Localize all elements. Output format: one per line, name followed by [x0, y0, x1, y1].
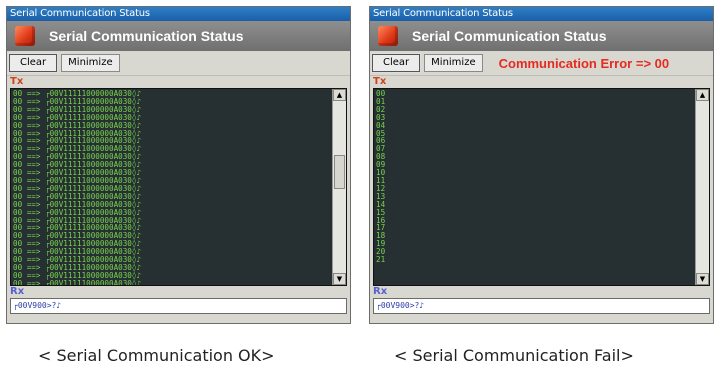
tx-scrollbar[interactable]: ▲ ▼: [332, 89, 346, 285]
window-title-bar: Serial Communication Status: [370, 7, 713, 21]
tx-lines: 00 01 02 03 04 05 06 07 08 09 10 11 12 13 14 15 16 17 18 19…: [376, 90, 694, 264]
clear-button[interactable]: Clear: [370, 53, 422, 73]
console-line: 02: [376, 104, 386, 114]
red-cube-icon: [378, 26, 398, 46]
tx-label: Tx: [373, 76, 387, 87]
arrow-up-icon[interactable]: ▲: [696, 89, 709, 101]
console-line: 18: [376, 231, 386, 241]
minimize-button[interactable]: Minimize: [424, 54, 483, 72]
console-line: 16: [376, 215, 386, 225]
rx-label: Rx: [373, 286, 388, 297]
console-line: 05: [376, 128, 386, 138]
tx-console[interactable]: 00 ==> ┌00V11111000000A030◊♪ 00 ==> ┌00V1…: [10, 88, 347, 286]
rx-field[interactable]: ┌00V900>?♪: [10, 298, 347, 314]
console-line: 12: [376, 183, 386, 193]
panel-header: Serial Communication Status: [370, 21, 713, 51]
tx-scrollbar[interactable]: ▲ ▼: [695, 89, 709, 285]
caption-ok: < Serial Communication OK>: [38, 346, 275, 365]
clear-button[interactable]: Clear: [7, 53, 59, 73]
serial-status-window-fail: Serial Communication Status Serial Commu…: [369, 6, 714, 324]
console-line: 08: [376, 152, 386, 162]
console-line: 10: [376, 168, 386, 178]
console-line: 07: [376, 144, 386, 154]
scrollbar-thumb[interactable]: [334, 155, 345, 189]
console-line: 15: [376, 207, 386, 217]
toolbar: Clear Minimize Communication Error => 00: [370, 51, 713, 76]
panel-header: Serial Communication Status: [7, 21, 350, 51]
console-line: 06: [376, 136, 386, 146]
arrow-down-icon[interactable]: ▼: [333, 273, 346, 285]
serial-status-window-ok: Serial Communication Status Serial Commu…: [6, 6, 351, 324]
toolbar: Clear Minimize: [7, 51, 350, 76]
console-line: 17: [376, 223, 386, 233]
header-title: Serial Communication Status: [49, 28, 244, 44]
console-line: 11: [376, 175, 386, 185]
console-line: 01: [376, 96, 386, 106]
rx-label: Rx: [10, 286, 25, 297]
tx-label: Tx: [10, 76, 24, 87]
communication-error-text: Communication Error => 00: [498, 55, 670, 71]
header-title: Serial Communication Status: [412, 28, 607, 44]
console-line: 04: [376, 120, 386, 130]
console-line: 09: [376, 160, 386, 170]
console-line: 00 ==> ┌00V11111000000A030◊♪: [13, 278, 142, 286]
console-line: 20: [376, 247, 386, 257]
rx-field[interactable]: ┌00V900>?♪: [373, 298, 710, 314]
minimize-button[interactable]: Minimize: [61, 54, 120, 72]
caption-fail: < Serial Communication Fail>: [394, 346, 634, 365]
console-line: 21: [376, 255, 386, 265]
window-title-bar: Serial Communication Status: [7, 7, 350, 21]
console-line: 19: [376, 239, 386, 249]
arrow-up-icon[interactable]: ▲: [333, 89, 346, 101]
console-line: 00: [376, 89, 386, 98]
console-line: 14: [376, 199, 386, 209]
tx-lines: 00 ==> ┌00V11111000000A030◊♪ 00 ==> ┌00V1…: [13, 90, 331, 286]
console-line: 03: [376, 112, 386, 122]
arrow-down-icon[interactable]: ▼: [696, 273, 709, 285]
tx-console[interactable]: 00 01 02 03 04 05 06 07 08 09 10 11 12 13 14 15 16 17 18 19…: [373, 88, 710, 286]
console-line: 13: [376, 191, 386, 201]
red-cube-icon: [15, 26, 35, 46]
